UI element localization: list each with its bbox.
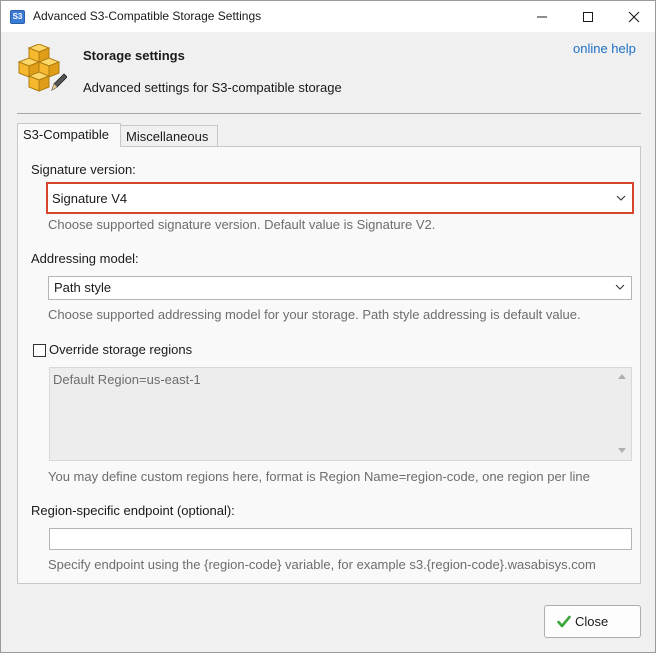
app-icon: S3 bbox=[10, 10, 25, 24]
window-title: Advanced S3-Compatible Storage Settings bbox=[33, 9, 262, 23]
close-button[interactable]: Close bbox=[544, 605, 641, 638]
online-help-link[interactable]: online help bbox=[573, 41, 636, 56]
close-window-button[interactable] bbox=[611, 1, 656, 32]
signature-version-hint: Choose supported signature version. Defa… bbox=[48, 217, 436, 232]
header-title: Storage settings bbox=[83, 48, 185, 63]
minimize-button[interactable] bbox=[519, 1, 565, 32]
override-regions-label[interactable]: Override storage regions bbox=[49, 342, 192, 357]
custom-regions-hint: You may define custom regions here, form… bbox=[48, 469, 590, 484]
maximize-button[interactable] bbox=[565, 1, 611, 32]
header-subtitle: Advanced settings for S3-compatible stor… bbox=[83, 80, 342, 95]
custom-regions-value: Default Region=us-east-1 bbox=[53, 372, 201, 387]
signature-version-label: Signature version: bbox=[31, 162, 136, 177]
tab-miscellaneous[interactable]: Miscellaneous bbox=[121, 125, 218, 147]
tab-s3-compatible[interactable]: S3-Compatible bbox=[17, 123, 121, 147]
chevron-down-icon bbox=[616, 195, 626, 201]
maximize-icon bbox=[583, 12, 593, 22]
storage-boxes-icon bbox=[17, 43, 68, 97]
override-regions-checkbox[interactable] bbox=[33, 344, 46, 357]
scroll-up-arrow-icon bbox=[618, 374, 626, 379]
close-button-label: Close bbox=[575, 614, 609, 629]
addressing-model-label: Addressing model: bbox=[31, 251, 139, 266]
dialog-window: S3 Advanced S3-Compatible Storage Settin… bbox=[0, 0, 656, 653]
close-icon bbox=[628, 11, 640, 23]
signature-version-select[interactable]: Signature V4 bbox=[46, 182, 634, 214]
addressing-model-value: Path style bbox=[54, 280, 112, 295]
checkmark-icon bbox=[557, 615, 571, 628]
minimize-icon bbox=[537, 16, 547, 18]
pencil-icon bbox=[51, 73, 68, 91]
chevron-down-icon bbox=[615, 284, 625, 290]
dialog-header: Storage settings Advanced settings for S… bbox=[1, 32, 655, 112]
header-divider bbox=[17, 113, 641, 114]
addressing-model-select[interactable]: Path style bbox=[48, 276, 632, 300]
endpoint-input[interactable] bbox=[49, 528, 632, 550]
signature-version-value: Signature V4 bbox=[52, 191, 128, 206]
custom-regions-textarea: Default Region=us-east-1 bbox=[49, 367, 632, 461]
endpoint-hint: Specify endpoint using the {region-code}… bbox=[48, 557, 596, 572]
endpoint-label: Region-specific endpoint (optional): bbox=[31, 503, 235, 518]
title-bar[interactable]: S3 Advanced S3-Compatible Storage Settin… bbox=[1, 1, 655, 32]
scroll-down-arrow-icon bbox=[618, 448, 626, 453]
addressing-model-hint: Choose supported addressing model for yo… bbox=[48, 307, 581, 322]
